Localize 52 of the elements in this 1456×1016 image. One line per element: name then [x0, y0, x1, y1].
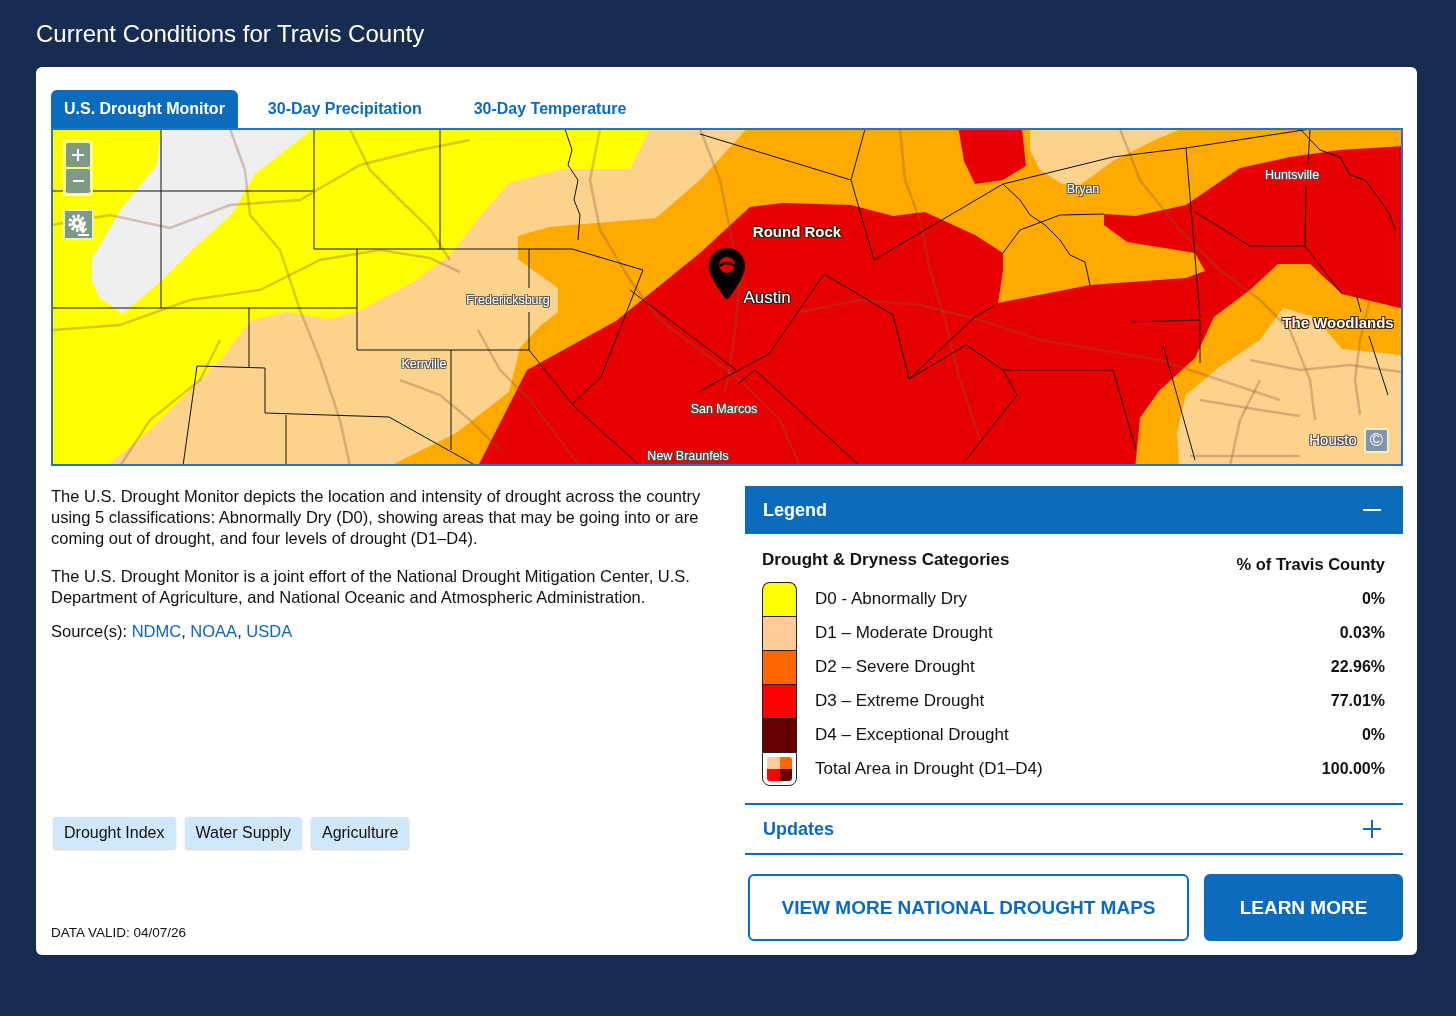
legend-value: 100.00% [1321, 759, 1385, 779]
view-maps-button[interactable]: VIEW MORE NATIONAL DROUGHT MAPS [748, 874, 1189, 941]
topic-tag[interactable]: Agriculture [310, 817, 410, 849]
source-link[interactable]: NDMC [131, 622, 182, 640]
zoom-out-button[interactable] [66, 169, 90, 193]
legend-label: D1 – Moderate Drought [815, 622, 994, 644]
source-link[interactable]: USDA [246, 622, 293, 640]
tab[interactable]: U.S. Drought Monitor [51, 90, 238, 128]
map-place-label: Fredericksburg [466, 292, 550, 308]
total-swatch-icon [762, 752, 797, 786]
legend-label: Total Area in Drought (D1–D4) [815, 758, 1044, 780]
legend-label: D3 – Extreme Drought [815, 690, 986, 712]
updates-header[interactable]: Updates [745, 803, 1403, 855]
map-place-label: Huntsville [1264, 167, 1320, 183]
map-place-label: New Braunfels [647, 448, 729, 464]
description-text: The U.S. Drought Monitor depicts the location and intensity of drought across the country using 5 classifications: Abnormally Dry (D0), showing areas that may be going into or are coming out of drought, and four levels of drought (D1–D4). [51, 486, 702, 549]
plus-icon [72, 149, 84, 161]
map-place-label: San Marcos [690, 401, 758, 417]
legend-column-heading: % of Travis County [1236, 554, 1385, 575]
map-place-label: Kerrville [401, 356, 447, 372]
source-link[interactable]: NOAA [190, 622, 238, 640]
learn-more-button[interactable]: LEARN MORE [1204, 874, 1403, 941]
legend-value: 0% [1361, 725, 1385, 745]
legend-value: 0% [1361, 589, 1385, 609]
page-title: Current Conditions for Travis County [36, 20, 426, 48]
expand-icon [1363, 820, 1381, 838]
map-place-label: Round Rock [752, 223, 842, 241]
map-place-label: The Woodlands [1282, 314, 1394, 332]
map-tool-button[interactable] [63, 209, 94, 240]
map-place-label: Bryan [1066, 181, 1100, 197]
map-pin-icon [709, 248, 745, 300]
legend-label: D2 – Severe Drought [815, 656, 976, 678]
legend-label: D4 – Exceptional Drought [815, 724, 1010, 746]
description-text: The U.S. Drought Monitor is a joint effort of the National Drought Mitigation Center, U.S. Department of Agriculture, and National Oceanic and Atmospheric Administration. [51, 566, 691, 608]
legend-header[interactable]: Legend [745, 486, 1403, 534]
legend-value: 77.01% [1330, 691, 1385, 711]
data-valid-text: DATA VALID: 04/07/26 [51, 925, 188, 941]
attribution-button[interactable]: © [1364, 428, 1389, 453]
topic-tag[interactable]: Water Supply [184, 817, 302, 849]
sources-text: Source(s): NDMC, NOAA, USDA [51, 621, 294, 642]
tab[interactable]: 30-Day Precipitation [245, 90, 444, 128]
tab[interactable]: 30-Day Temperature [451, 90, 649, 128]
legend-value: 22.96% [1330, 657, 1385, 677]
legend-value: 0.03% [1339, 623, 1385, 643]
map-place-label: Housto [1309, 431, 1357, 449]
map-place-label: Austin [743, 288, 791, 308]
gear-arrow-icon [67, 213, 90, 236]
minus-icon [72, 180, 84, 182]
topic-tag[interactable]: Drought Index [53, 817, 176, 849]
legend-label: D0 - Abnormally Dry [815, 588, 969, 610]
legend-heading: Drought & Dryness Categories [762, 549, 1010, 571]
zoom-in-button[interactable] [66, 143, 90, 167]
